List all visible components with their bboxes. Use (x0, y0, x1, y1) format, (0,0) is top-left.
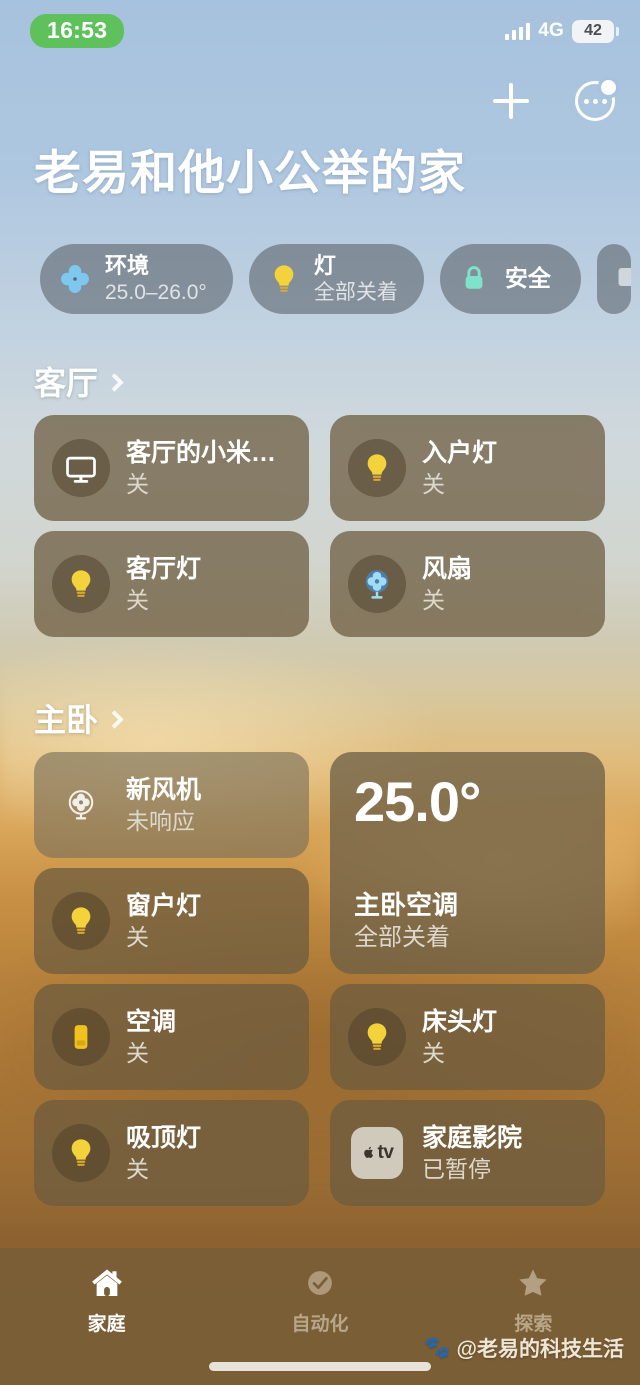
status-pill-partial[interactable] (596, 244, 631, 314)
tile-name: 家庭影院 (422, 1123, 523, 1152)
page-title: 老易和他小公举的家 (34, 146, 466, 199)
tile-state: 关 (126, 1155, 149, 1182)
clock-check-icon (303, 1264, 337, 1302)
tab-discover[interactable]: 探索 (427, 1264, 640, 1336)
air-conditioner-icon (52, 1008, 110, 1066)
tile-window-light[interactable]: 窗户灯 关 (34, 868, 309, 974)
lightbulb-icon (52, 892, 110, 950)
status-pill-row[interactable]: 环境 25.0–26.0° 灯 全部关着 安全 (0, 243, 640, 315)
plus-icon (493, 83, 529, 119)
cellular-bars-icon (504, 22, 531, 40)
status-pill-security[interactable]: 安全 (439, 244, 581, 314)
tile-fresh-air-machine[interactable]: 新风机 未响应 (34, 752, 309, 858)
watermark-text: @老易的科技生活 (456, 1338, 624, 1361)
tile-livingroom-light[interactable]: 客厅灯 关 (34, 531, 309, 637)
fan-icon (348, 555, 406, 613)
network-type-label: 4G (538, 20, 564, 41)
tile-name: 入户灯 (422, 438, 498, 467)
status-pill-subtitle: 全部关着 (313, 280, 398, 304)
lightbulb-icon (267, 262, 301, 296)
lightbulb-icon (348, 1008, 406, 1066)
tile-name: 主卧空调 (354, 889, 459, 920)
house-icon (89, 1264, 125, 1302)
tile-state: 关 (422, 470, 445, 497)
status-pill-title: 灯 (313, 253, 336, 279)
chevron-right-icon (105, 372, 124, 392)
battery-percent-label: 42 (584, 22, 602, 39)
status-bar: 16:53 4G 42 (0, 0, 640, 62)
add-accessory-button[interactable] (488, 78, 534, 124)
tile-name: 新风机 (126, 775, 202, 804)
tile-name: 床头灯 (422, 1007, 498, 1036)
lightbulb-icon (52, 555, 110, 613)
status-indicators: 4G 42 (504, 19, 619, 43)
ellipsis-circle-icon (575, 80, 616, 121)
section-title: 客厅 (34, 365, 99, 401)
status-pill-subtitle: 25.0–26.0° (105, 280, 207, 304)
climate-temperature: 25.0° (354, 770, 481, 833)
tile-name: 吸顶灯 (126, 1123, 202, 1152)
tile-state: 关 (126, 586, 149, 613)
tile-name: 客厅灯 (126, 554, 202, 583)
lightbulb-icon (52, 1124, 110, 1182)
tile-state: 关 (422, 1039, 445, 1066)
battery-icon: 42 (572, 19, 619, 43)
lightbulb-icon (348, 439, 406, 497)
tile-home-theater[interactable]: tv 家庭影院 已暂停 (330, 1100, 605, 1206)
tile-master-bedroom-ac[interactable]: 25.0° 主卧空调 全部关着 (330, 752, 605, 974)
tile-bedside-light[interactable]: 床头灯 关 (330, 984, 605, 1090)
tab-automation[interactable]: 自动化 (213, 1264, 426, 1336)
fan-icon (58, 262, 92, 296)
watermark: 🐾 @老易的科技生活 (424, 1333, 624, 1363)
home-indicator[interactable] (209, 1362, 431, 1371)
lock-icon (458, 262, 492, 296)
status-time-pill: 16:53 (30, 14, 125, 48)
tile-name: 空调 (126, 1007, 177, 1036)
more-options-button[interactable] (572, 78, 618, 124)
status-pill-title: 安全 (504, 265, 551, 292)
status-pill-title: 环境 (105, 253, 150, 279)
tile-entry-light[interactable]: 入户灯 关 (330, 415, 605, 521)
section-header-livingroom[interactable]: 客厅 (34, 358, 124, 404)
nav-actions (488, 78, 618, 124)
status-pill-lights[interactable]: 灯 全部关着 (248, 244, 424, 314)
tile-state: 未响应 (126, 807, 195, 834)
tile-name: 窗户灯 (126, 891, 202, 920)
tab-label: 探索 (514, 1314, 553, 1335)
tab-label: 家庭 (87, 1314, 126, 1335)
tile-xiaomi-tv[interactable]: 客厅的小米… 关 (34, 415, 309, 521)
tile-name: 客厅的小米… (126, 438, 277, 467)
tile-state: 已暂停 (422, 1155, 491, 1182)
tv-icon (52, 439, 110, 497)
tile-state: 关 (422, 586, 445, 613)
paw-logo-icon: 🐾 (424, 1336, 451, 1359)
star-icon (516, 1264, 550, 1302)
tile-fan[interactable]: 风扇 关 (330, 531, 605, 637)
tab-home[interactable]: 家庭 (0, 1264, 213, 1336)
air-purifier-icon (52, 776, 110, 834)
tile-ceiling-light[interactable]: 吸顶灯 关 (34, 1100, 309, 1206)
tab-label: 自动化 (291, 1314, 349, 1335)
tile-state: 关 (126, 470, 149, 497)
tile-state: 关 (126, 923, 149, 950)
section-header-masterbedroom[interactable]: 主卧 (34, 695, 124, 741)
tile-name: 风扇 (422, 554, 473, 583)
apple-tv-icon: tv (348, 1124, 406, 1182)
status-pill-climate[interactable]: 环境 25.0–26.0° (40, 244, 233, 314)
notification-dot-icon (601, 80, 616, 95)
chevron-right-icon (105, 709, 124, 729)
partial-pill-icon (611, 262, 631, 296)
tile-air-conditioner[interactable]: 空调 关 (34, 984, 309, 1090)
tile-state: 关 (126, 1039, 149, 1066)
section-title: 主卧 (34, 702, 99, 738)
tile-state: 全部关着 (354, 924, 450, 952)
